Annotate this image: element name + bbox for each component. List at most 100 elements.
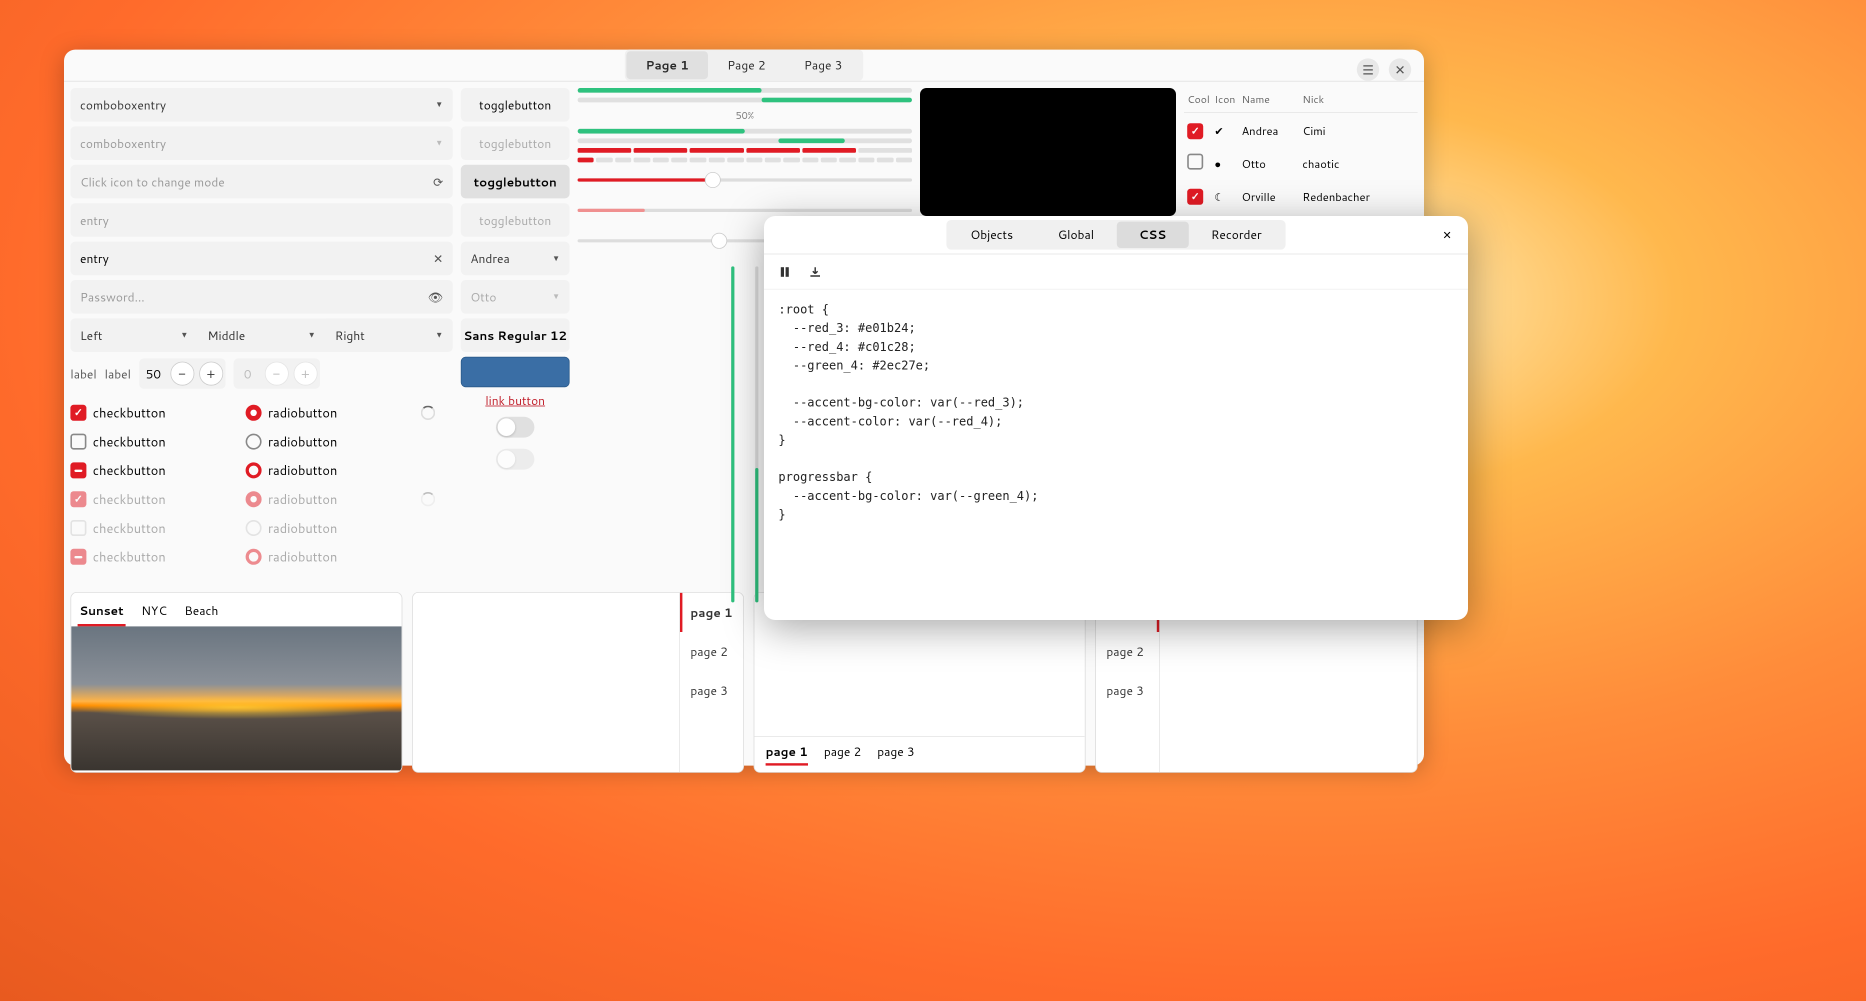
table-row[interactable]: ✔AndreaCimi <box>1184 118 1418 144</box>
label-a: label <box>70 365 96 382</box>
spin-value <box>233 365 262 382</box>
spin-minus[interactable]: − <box>170 362 194 386</box>
exclaim-icon: ● <box>1214 156 1233 172</box>
password-input[interactable] <box>80 288 428 305</box>
progress-text: 50% <box>578 109 912 123</box>
gtk-inspector-window: Objects Global CSS Recorder ✕ :root { --… <box>764 216 1468 620</box>
entry-input[interactable] <box>80 250 433 267</box>
chevron-down-icon: ▼ <box>552 291 560 302</box>
col-icon[interactable]: Icon <box>1214 93 1233 107</box>
radiobutton-unchecked[interactable]: radiobutton <box>246 429 415 455</box>
togglebutton-3-active[interactable]: togglebutton <box>461 165 570 199</box>
notebook-tab-beach[interactable]: Beach <box>183 598 220 627</box>
mode-entry-input[interactable] <box>80 173 433 190</box>
notebook-tab-nyc[interactable]: NYC <box>140 598 169 627</box>
radiobutton-checked[interactable]: radiobutton <box>246 400 415 426</box>
stack-page-3[interactable]: page 3 <box>1096 671 1159 710</box>
spin-plus: + <box>293 362 317 386</box>
stack-sidebar-right: page 1 page 2 page 3 <box>412 592 744 773</box>
notebook-tab-sunset[interactable]: Sunset <box>78 598 126 627</box>
video-player[interactable] <box>920 88 1176 216</box>
stack-page-2[interactable]: page 2 <box>824 743 861 765</box>
fontbutton[interactable]: Sans Regular 12 <box>461 318 570 352</box>
stack-page-1[interactable]: page 1 <box>766 743 808 765</box>
combo-middle[interactable]: Middle▼ <box>198 318 325 352</box>
inspector-tab-recorder[interactable]: Recorder <box>1189 222 1284 248</box>
levelbar-2 <box>578 158 912 163</box>
stack-page-2[interactable]: page 2 <box>1096 632 1159 671</box>
inspector-tab-css[interactable]: CSS <box>1116 222 1188 248</box>
comboboxentry-1[interactable]: comboboxentry ▼ <box>70 88 452 122</box>
radiobutton-mixed-dis: radiobutton <box>246 544 415 570</box>
mode-entry[interactable]: ⟳ <box>70 165 452 199</box>
combo-right[interactable]: Right▼ <box>325 318 452 352</box>
chevron-down-icon: ▼ <box>435 99 443 110</box>
check-circle-icon: ✔ <box>1214 123 1233 139</box>
scale-1[interactable] <box>578 172 912 188</box>
checkbutton-mixed[interactable]: checkbutton <box>70 458 239 484</box>
spinner-icon <box>421 406 435 420</box>
inspector-titlebar: Objects Global CSS Recorder ✕ <box>764 216 1468 254</box>
pause-icon[interactable] <box>777 264 793 280</box>
clear-icon[interactable]: ✕ <box>433 250 443 267</box>
entry-with-clear[interactable]: ✕ <box>70 242 452 276</box>
radiobutton-checked-dis: radiobutton <box>246 486 415 512</box>
save-icon[interactable] <box>807 264 823 280</box>
triple-combo: Left▼ Middle▼ Right▼ <box>70 318 452 352</box>
stack-page-2[interactable]: page 2 <box>680 632 743 671</box>
combo-left[interactable]: Left▼ <box>70 318 197 352</box>
spin-value[interactable] <box>139 365 168 382</box>
checkbutton-unchecked-dis: checkbutton <box>70 515 239 541</box>
chevron-down-icon: ▼ <box>435 138 443 149</box>
col-nick[interactable]: Nick <box>1302 93 1414 107</box>
tab-page-1[interactable]: Page 1 <box>626 51 708 79</box>
switch-1[interactable] <box>496 417 534 438</box>
inspector-tab-global[interactable]: Global <box>1035 222 1116 248</box>
tab-page-3[interactable]: Page 3 <box>785 51 862 79</box>
checkbutton-unchecked[interactable]: checkbutton <box>70 429 239 455</box>
page-switcher: Page 1 Page 2 Page 3 <box>625 50 863 81</box>
progressbar-1 <box>578 88 912 93</box>
table-row[interactable]: ☾OrvilleRedenbacher <box>1184 183 1418 209</box>
hamburger-menu-icon[interactable]: ☰ <box>1357 58 1379 80</box>
refresh-icon[interactable]: ⟳ <box>433 173 443 190</box>
chevron-down-icon: ▼ <box>435 330 443 341</box>
levelbar-1 <box>578 148 912 153</box>
chevron-down-icon: ▼ <box>552 253 560 264</box>
close-icon[interactable]: ✕ <box>1438 226 1457 245</box>
close-icon[interactable]: ✕ <box>1389 58 1411 80</box>
linkbutton[interactable]: link button <box>461 392 570 409</box>
label-b: label <box>105 365 131 382</box>
table-row[interactable]: ●Ottochaotic <box>1184 149 1418 179</box>
vscale-1[interactable] <box>725 266 741 602</box>
entry-input[interactable] <box>80 212 443 229</box>
progressbar-4 <box>578 138 912 143</box>
eye-icon[interactable]: 👁 <box>428 288 443 305</box>
password-entry[interactable]: 👁 <box>70 280 452 314</box>
progressbar-3 <box>578 129 912 134</box>
col-name[interactable]: Name <box>1242 93 1295 107</box>
combo-andrea[interactable]: Andrea▼ <box>461 242 570 276</box>
sunset-photo <box>71 626 401 770</box>
tab-page-2[interactable]: Page 2 <box>708 51 785 79</box>
vscale-2[interactable] <box>749 266 765 602</box>
inspector-tab-objects[interactable]: Objects <box>948 222 1036 248</box>
entries-column: comboboxentry ▼ comboboxentry ▼ ⟳ ✕ <box>70 88 452 602</box>
stack-page-3[interactable]: page 3 <box>877 743 914 765</box>
checkbutton-checked[interactable]: checkbutton <box>70 400 239 426</box>
titlebar: Page 1 Page 2 Page 3 ☰ ✕ <box>64 50 1424 82</box>
col-cool[interactable]: Cool <box>1187 93 1206 107</box>
spin-plus[interactable]: + <box>199 362 223 386</box>
togglebutton-4-disabled: togglebutton <box>461 203 570 237</box>
stack-page-3[interactable]: page 3 <box>680 671 743 710</box>
toggles-column: togglebutton togglebutton togglebutton t… <box>461 88 570 602</box>
colorbutton[interactable] <box>461 357 570 387</box>
css-editor[interactable]: :root { --red_3: #e01b24; --red_4: #c01c… <box>764 290 1468 620</box>
spinner-icon <box>421 492 435 506</box>
entry-plain[interactable] <box>70 203 452 237</box>
radiobutton-mixed[interactable]: radiobutton <box>246 458 415 484</box>
checkbutton-checked-dis: checkbutton <box>70 486 239 512</box>
switch-2-disabled <box>496 449 534 470</box>
togglebutton-1[interactable]: togglebutton <box>461 88 570 122</box>
spinbutton-1[interactable]: − + <box>139 358 225 388</box>
